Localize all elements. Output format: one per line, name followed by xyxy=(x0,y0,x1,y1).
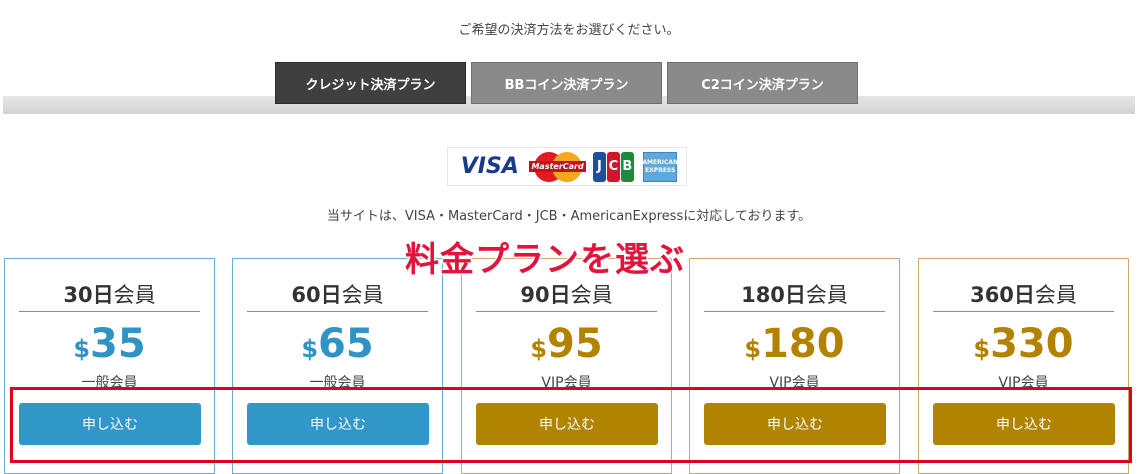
plan-price: $65 xyxy=(301,321,374,367)
plan-price: $330 xyxy=(973,321,1074,367)
payment-method-prompt: ご希望の決済方法をお選びください。 xyxy=(458,23,680,38)
plan-name: 90日会員 xyxy=(520,283,613,307)
amex-logo-line2: EXPRESS xyxy=(645,166,676,174)
plan-name: 30日会員 xyxy=(63,283,156,307)
tab-c2-coin-plan[interactable]: C2コイン決済プラン xyxy=(667,62,858,104)
plan-price: $180 xyxy=(744,321,845,367)
mastercard-logo: MasterCard xyxy=(529,151,586,182)
plan-card-60: 60日会員 $65 一般会員 申し込む xyxy=(232,258,443,474)
plan-name: 180日会員 xyxy=(741,283,848,307)
payment-tabs: クレジット決済プラン BBコイン決済プラン C2コイン決済プラン xyxy=(0,62,1138,106)
tab-bb-coin-plan[interactable]: BBコイン決済プラン xyxy=(471,62,662,104)
jcb-letter-b: B xyxy=(620,151,634,182)
plan-tier: VIP会員 xyxy=(541,375,592,391)
visa-logo: VISA xyxy=(460,154,519,179)
plan-divider xyxy=(247,311,428,312)
plan-card-180: 180日会員 $180 VIP会員 申し込む xyxy=(689,258,900,474)
plan-price: $35 xyxy=(73,321,146,367)
plan-price: $95 xyxy=(530,321,603,367)
plan-card-90: 90日会員 $95 VIP会員 申し込む xyxy=(461,258,672,474)
plan-divider xyxy=(19,311,200,312)
apply-button-60[interactable]: 申し込む xyxy=(247,403,429,445)
apply-button-360[interactable]: 申し込む xyxy=(933,403,1115,445)
jcb-letter-j: J xyxy=(592,151,606,182)
apply-button-180[interactable]: 申し込む xyxy=(704,403,886,445)
plan-tier: VIP会員 xyxy=(998,375,1049,391)
apply-button-90[interactable]: 申し込む xyxy=(476,403,658,445)
plan-tier: 一般会員 xyxy=(309,375,366,391)
plan-card-360: 360日会員 $330 VIP会員 申し込む xyxy=(918,258,1129,474)
plan-name: 60日会員 xyxy=(291,283,384,307)
accepted-cards-logos: VISA MasterCard J C B AMERICAN EXPRESS xyxy=(447,147,687,186)
amex-logo-line1: AMERICAN xyxy=(642,158,679,166)
tab-credit-plan[interactable]: クレジット決済プラン xyxy=(275,62,466,104)
plan-name: 360日会員 xyxy=(970,283,1077,307)
jcb-logo: J C B xyxy=(592,151,634,182)
choose-plan-annotation: 料金プランを選ぶ xyxy=(404,239,685,281)
apply-button-30[interactable]: 申し込む xyxy=(19,403,201,445)
amex-logo: AMERICAN EXPRESS xyxy=(642,151,679,182)
jcb-letter-c: C xyxy=(606,151,620,182)
plan-divider xyxy=(476,311,657,312)
plan-tier: VIP会員 xyxy=(769,375,820,391)
plan-divider xyxy=(704,311,885,312)
plan-tier: 一般会員 xyxy=(81,375,138,391)
plan-card-30: 30日会員 $35 一般会員 申し込む xyxy=(4,258,215,474)
supported-cards-text: 当サイトは、VISA・MasterCard・JCB・AmericanExpres… xyxy=(326,209,812,224)
plan-divider xyxy=(933,311,1114,312)
mastercard-logo-text: MasterCard xyxy=(529,161,586,172)
